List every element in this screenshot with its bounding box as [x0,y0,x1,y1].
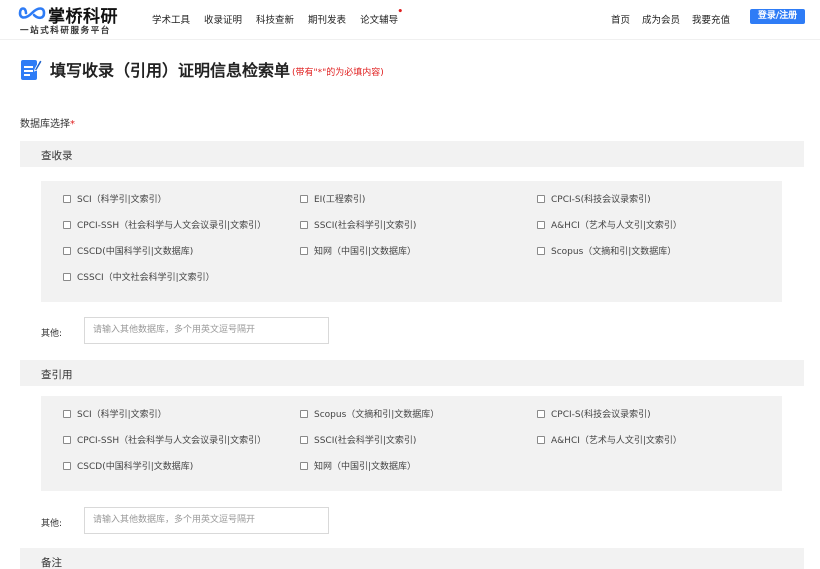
collection-other-label: 其他: [41,329,63,339]
collection-option-cscd[interactable]: CSCD(中国科学引|文数据库) [63,244,193,257]
login-register-button[interactable]: 登录/注册 [750,9,805,24]
option-label: EI(工程索引) [314,195,366,205]
citation-option-scopus[interactable]: Scopus（文摘和引|文数据库） [300,407,439,420]
collection-option-ei[interactable]: EI(工程索引) [300,192,365,205]
option-label: CSSCI（中文社会科学引|文索引） [77,273,215,283]
collection-option-cpci-ssh[interactable]: CPCI-SSH（社会科学与人文会议录引|文索引） [63,218,266,231]
checkbox[interactable] [63,409,71,418]
checkbox[interactable] [300,435,308,444]
nav-item-academic-tools[interactable]: 学术工具 [152,12,190,26]
nav-item-journal-publish[interactable]: 期刊发表 [308,12,346,26]
checkbox[interactable] [300,461,308,470]
checkbox[interactable] [300,409,308,418]
brand-tagline: 一站式科研服务平台 [20,26,111,36]
citation-option-cpci-ssh[interactable]: CPCI-SSH（社会科学与人文会议录引|文索引） [63,433,266,446]
citation-options-panel: SCI（科学引|文索引） Scopus（文摘和引|文数据库） CPCI-S(科技… [41,396,782,491]
collection-option-ahci[interactable]: A&HCI（艺术与人文引|文索引） [537,218,682,231]
option-label: 知网（中国引|文数据库） [314,247,417,257]
checkbox[interactable] [537,246,545,255]
section-collection-header: 查收录 [20,141,804,167]
section-remarks-title: 备注 [41,557,62,569]
checkbox[interactable] [537,194,545,203]
infinity-logo-icon [18,7,46,20]
nav-item-home[interactable]: 首页 [611,12,630,26]
collection-option-cssci[interactable]: CSSCI（中文社会科学引|文索引） [63,270,215,283]
required-note: (带有"*"的为必填内容) [292,67,384,78]
section-citation-title: 查引用 [41,369,73,381]
collection-options-panel: SCI（科学引|文索引） EI(工程索引) CPCI-S(科技会议录索引) CP… [41,181,782,302]
citation-option-sci[interactable]: SCI（科学引|文索引） [63,407,167,420]
brand-logo[interactable]: 掌桥科研 一站式科研服务平台 [18,2,128,36]
checkbox[interactable] [300,246,308,255]
nav-item-paper-tutoring-label: 论文辅导 [360,15,399,26]
checkbox[interactable] [63,194,71,203]
form-edit-icon [21,59,42,80]
citation-other-label: 其他: [41,519,63,529]
database-select-label: 数据库选择* [20,115,75,130]
database-select-label-text: 数据库选择 [20,119,70,130]
page-title: 填写收录（引用）证明信息检索单 [50,61,291,80]
option-label: CSCD(中国科学引|文数据库) [77,462,194,472]
checkbox[interactable] [63,246,71,255]
checkbox[interactable] [63,220,71,229]
option-label: SCI（科学引|文索引） [77,195,167,205]
nav-item-membership[interactable]: 成为会员 [642,12,680,26]
collection-option-cpci-s[interactable]: CPCI-S(科技会议录索引) [537,192,651,205]
nav-item-recharge[interactable]: 我要充值 [692,12,730,26]
option-label: SSCI(社会科学引|文索引) [314,221,417,231]
citation-option-ssci[interactable]: SSCI(社会科学引|文索引) [300,433,416,446]
checkbox[interactable] [300,194,308,203]
collection-option-sci[interactable]: SCI（科学引|文索引） [63,192,167,205]
option-label: CPCI-S(科技会议录索引) [551,410,651,420]
top-header: 掌桥科研 一站式科研服务平台 学术工具 收录证明 科技查新 期刊发表 论文辅导 … [0,0,820,40]
main-nav: 学术工具 收录证明 科技查新 期刊发表 论文辅导 • [152,7,412,26]
page-heading: 填写收录（引用）证明信息检索单 (带有"*"的为必填内容) [20,56,384,82]
section-citation-header: 查引用 [20,360,804,386]
nav-item-indexing-proof[interactable]: 收录证明 [204,12,242,26]
checkbox[interactable] [63,272,71,281]
nav-item-novelty-search[interactable]: 科技查新 [256,12,294,26]
citation-option-cscd[interactable]: CSCD(中国科学引|文数据库) [63,459,193,472]
option-label: 知网（中国引|文数据库） [314,462,417,472]
citation-option-ahci[interactable]: A&HCI（艺术与人文引|文索引） [537,433,682,446]
section-collection-title: 查收录 [41,150,73,162]
checkbox[interactable] [537,409,545,418]
checkbox[interactable] [63,435,71,444]
option-label: SCI（科学引|文索引） [77,410,167,420]
checkbox[interactable] [300,220,308,229]
section-remarks-header: 备注 [20,548,804,569]
new-badge: • [397,7,404,17]
checkbox[interactable] [63,461,71,470]
option-label: CPCI-S(科技会议录索引) [551,195,651,205]
required-asterisk: * [70,119,75,130]
collection-option-cnki[interactable]: 知网（中国引|文数据库） [300,244,416,257]
option-label: Scopus（文摘和引|文数据库） [551,247,677,257]
collection-option-scopus[interactable]: Scopus（文摘和引|文数据库） [537,244,676,257]
checkbox[interactable] [537,220,545,229]
nav-item-paper-tutoring[interactable]: 论文辅导 • [360,7,403,26]
option-label: A&HCI（艺术与人文引|文索引） [551,221,682,231]
collection-option-ssci[interactable]: SSCI(社会科学引|文索引) [300,218,416,231]
option-label: CSCD(中国科学引|文数据库) [77,247,194,257]
checkbox[interactable] [537,435,545,444]
option-label: CPCI-SSH（社会科学与人文会议录引|文索引） [77,221,267,231]
option-label: A&HCI（艺术与人文引|文索引） [551,436,682,446]
citation-option-cpci-s[interactable]: CPCI-S(科技会议录索引) [537,407,651,420]
option-label: Scopus（文摘和引|文数据库） [314,410,440,420]
collection-other-input[interactable]: 请输入其他数据库，多个用英文逗号隔开 [84,317,329,344]
user-nav: 首页 成为会员 我要充值 [599,12,730,26]
option-label: SSCI(社会科学引|文索引) [314,436,417,446]
option-label: CPCI-SSH（社会科学与人文会议录引|文索引） [77,436,267,446]
citation-option-cnki[interactable]: 知网（中国引|文数据库） [300,459,416,472]
citation-other-input[interactable]: 请输入其他数据库，多个用英文逗号隔开 [84,507,329,534]
